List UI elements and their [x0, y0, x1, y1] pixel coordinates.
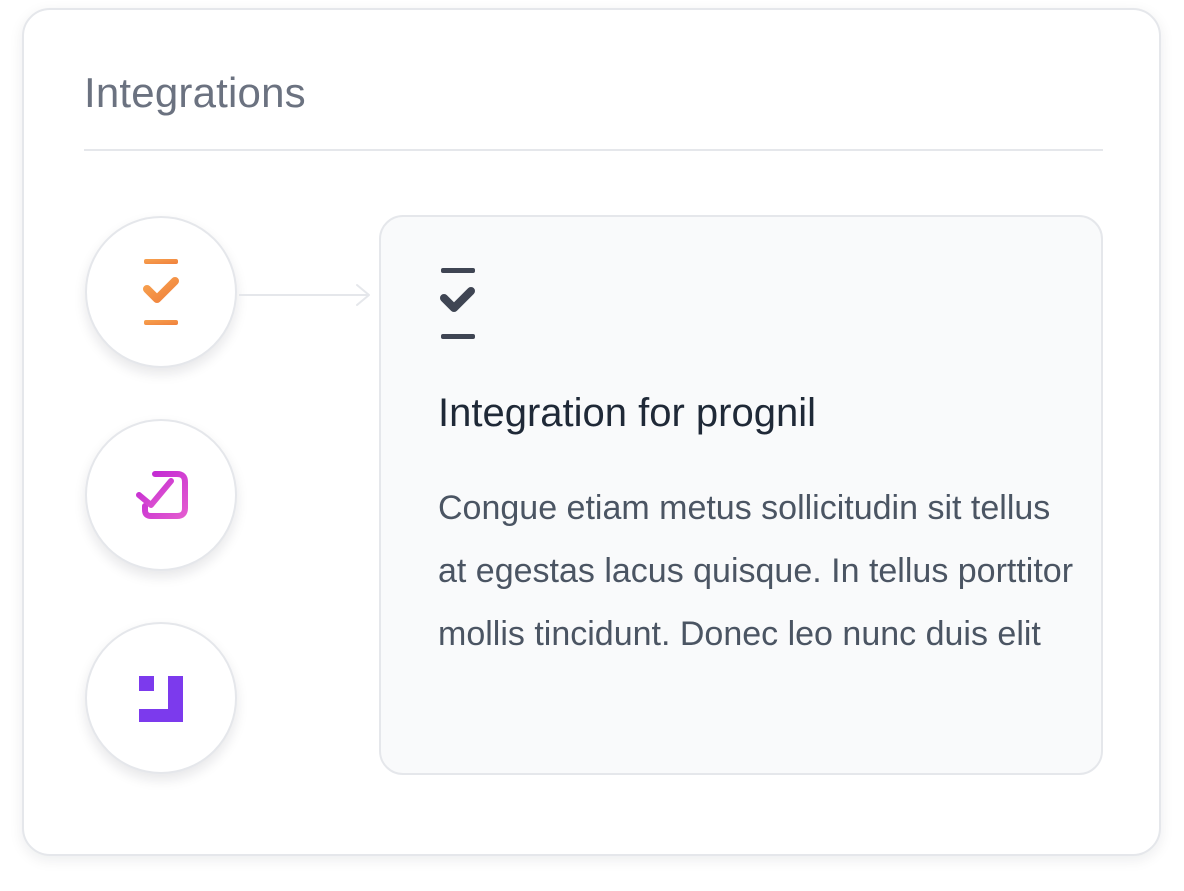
magenta-check-square-icon: [133, 459, 189, 531]
connector-arrow: [239, 284, 370, 306]
integration-detail-panel: Integration for prognil Congue etiam met…: [379, 215, 1103, 775]
dark-check-bracket-icon: [440, 268, 475, 339]
title-divider: [84, 149, 1103, 151]
integration-option-1[interactable]: [85, 216, 237, 368]
integration-option-3[interactable]: [85, 622, 237, 774]
detail-description: Congue etiam metus sollicitudin sit tell…: [438, 489, 1074, 653]
integration-option-2[interactable]: [85, 419, 237, 571]
detail-title: Integration for prognil: [438, 391, 817, 435]
orange-check-bracket-icon: [133, 256, 189, 328]
purple-corner-square-icon: [133, 662, 189, 734]
card-title: Integrations: [84, 69, 306, 116]
integrations-card: Integrations Integration for prognil Con…: [22, 8, 1161, 856]
